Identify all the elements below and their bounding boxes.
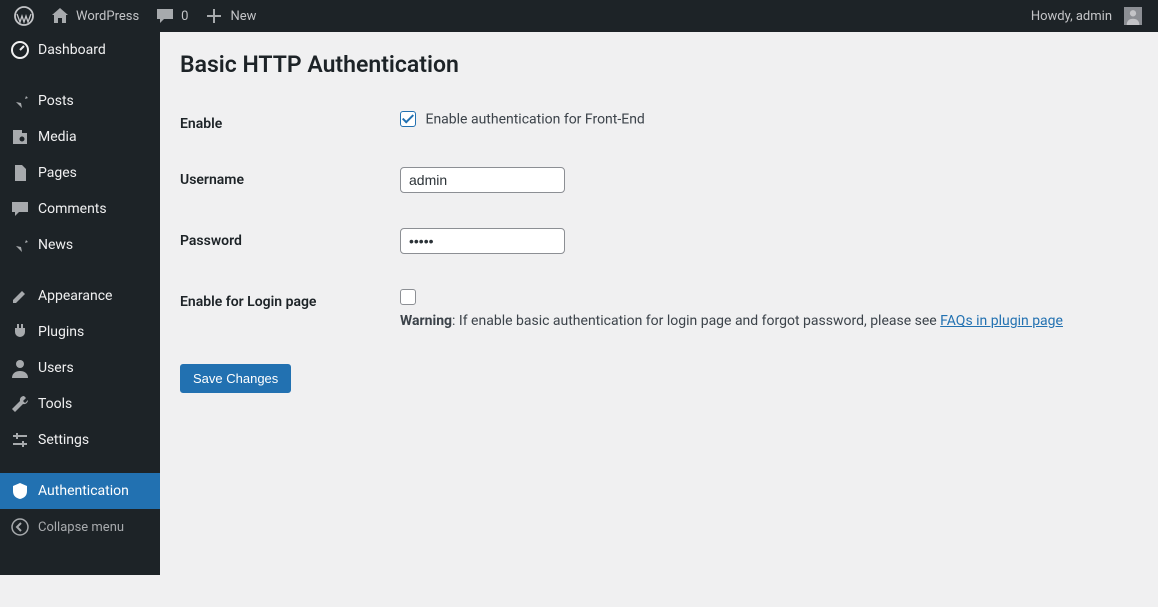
- menu-separator: [0, 463, 160, 468]
- sidebar-item-label: Users: [38, 360, 74, 376]
- site-name-link[interactable]: WordPress: [42, 0, 147, 32]
- row-enable: Enable Enable authentication for Front-E…: [180, 96, 1073, 152]
- enable-login-warning: Warning: If enable basic authentication …: [400, 313, 1063, 329]
- pin-icon: [10, 235, 30, 255]
- wordpress-logo-icon: [14, 6, 34, 26]
- row-password: Password: [180, 213, 1073, 274]
- comment-icon: [155, 6, 175, 26]
- collapse-icon: [10, 517, 30, 537]
- page-title: Basic HTTP Authentication: [180, 42, 1138, 96]
- pages-icon: [10, 163, 30, 183]
- home-icon: [50, 6, 70, 26]
- sidebar-item-plugins[interactable]: Plugins: [0, 314, 160, 350]
- warning-strong: Warning: [400, 313, 452, 329]
- wp-logo-menu[interactable]: [6, 0, 42, 32]
- sidebar-item-label: News: [38, 237, 73, 253]
- sidebar-item-label: Authentication: [38, 483, 129, 499]
- faqs-link[interactable]: FAQs in plugin page: [940, 313, 1063, 329]
- plugin-icon: [10, 322, 30, 342]
- sidebar-item-authentication[interactable]: Authentication: [0, 473, 160, 509]
- sidebar-item-media[interactable]: Media: [0, 119, 160, 155]
- row-username: Username: [180, 152, 1073, 213]
- sidebar-item-label: Plugins: [38, 324, 84, 340]
- admin-bar: WordPress 0 New Howdy, admin: [0, 0, 1158, 32]
- sidebar-item-comments[interactable]: Comments: [0, 191, 160, 227]
- sidebar-item-label: Appearance: [38, 288, 112, 304]
- password-input[interactable]: [400, 228, 565, 254]
- enable-login-checkbox[interactable]: [400, 289, 416, 305]
- enable-checkbox-label: Enable authentication for Front-End: [425, 111, 644, 127]
- sidebar-item-appearance[interactable]: Appearance: [0, 278, 160, 314]
- sidebar-item-label: Settings: [38, 432, 89, 448]
- sidebar-item-settings[interactable]: Settings: [0, 422, 160, 458]
- menu-separator: [0, 73, 160, 78]
- tools-icon: [10, 394, 30, 414]
- sidebar-item-label: Dashboard: [38, 42, 106, 58]
- username-input[interactable]: [400, 167, 565, 193]
- sidebar-item-news[interactable]: News: [0, 227, 160, 263]
- sidebar-item-tools[interactable]: Tools: [0, 386, 160, 422]
- dashboard-icon: [10, 40, 30, 60]
- appearance-icon: [10, 286, 30, 306]
- settings-icon: [10, 430, 30, 450]
- new-content-link[interactable]: New: [196, 0, 264, 32]
- shield-icon: [10, 481, 30, 501]
- sidebar-item-users[interactable]: Users: [0, 350, 160, 386]
- collapse-label: Collapse menu: [38, 520, 124, 535]
- enable-checkbox-wrap[interactable]: Enable authentication for Front-End: [400, 111, 645, 127]
- save-changes-button[interactable]: Save Changes: [180, 364, 291, 393]
- enable-checkbox[interactable]: [400, 111, 416, 127]
- comments-link[interactable]: 0: [147, 0, 196, 32]
- sidebar-item-label: Tools: [38, 396, 72, 412]
- sidebar-item-label: Comments: [38, 201, 107, 217]
- sidebar-item-pages[interactable]: Pages: [0, 155, 160, 191]
- label-password: Password: [180, 213, 400, 274]
- label-enable-login: Enable for Login page: [180, 274, 400, 349]
- new-label: New: [230, 9, 256, 24]
- sidebar-item-label: Media: [38, 129, 77, 145]
- site-name: WordPress: [76, 9, 139, 24]
- label-username: Username: [180, 152, 400, 213]
- warning-text: : If enable basic authentication for log…: [452, 313, 940, 329]
- comment-icon: [10, 199, 30, 219]
- sidebar-item-posts[interactable]: Posts: [0, 83, 160, 119]
- howdy-text: Howdy, admin: [1031, 9, 1112, 24]
- avatar-icon: [1124, 7, 1142, 25]
- main-content: Basic HTTP Authentication Enable Enable …: [160, 32, 1158, 413]
- sidebar-item-label: Posts: [38, 93, 74, 109]
- admin-sidebar: Dashboard Posts Media Pages Comments New…: [0, 32, 160, 575]
- row-enable-login: Enable for Login page Warning: If enable…: [180, 274, 1073, 349]
- settings-form: Enable Enable authentication for Front-E…: [180, 96, 1073, 349]
- collapse-menu-button[interactable]: Collapse menu: [0, 509, 160, 545]
- plus-icon: [204, 6, 224, 26]
- media-icon: [10, 127, 30, 147]
- label-enable: Enable: [180, 96, 400, 152]
- user-icon: [10, 358, 30, 378]
- my-account-link[interactable]: Howdy, admin: [1023, 0, 1150, 32]
- pin-icon: [10, 91, 30, 111]
- sidebar-item-dashboard[interactable]: Dashboard: [0, 32, 160, 68]
- menu-separator: [0, 268, 160, 273]
- sidebar-item-label: Pages: [38, 165, 77, 181]
- comments-count: 0: [181, 9, 188, 24]
